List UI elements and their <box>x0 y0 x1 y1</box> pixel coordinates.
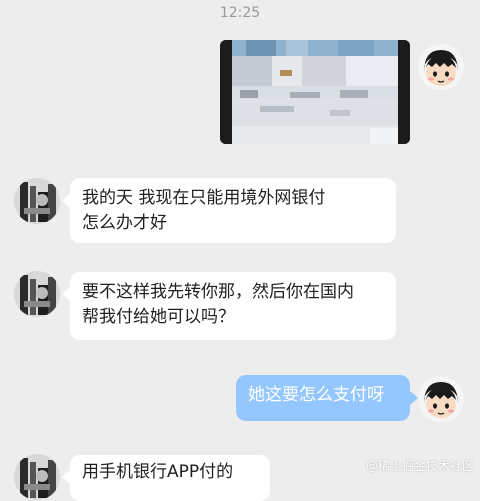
watermark: @稀土掘金技术社区 <box>365 459 474 473</box>
self-avatar[interactable] <box>418 44 464 90</box>
cartoon-girl-avatar-icon <box>418 376 464 422</box>
self-avatar[interactable] <box>418 376 464 422</box>
contact-avatar[interactable] <box>14 454 60 500</box>
bubble-tail <box>62 287 70 301</box>
message-bubble[interactable]: 她这要怎么支付呀 <box>236 375 410 421</box>
pixelated-screenshot-image <box>220 40 410 144</box>
timestamp: 12:25 <box>219 5 261 21</box>
contact-avatar[interactable] <box>14 178 60 224</box>
photo-avatar-icon <box>14 454 60 500</box>
photo-avatar-icon <box>14 271 60 317</box>
message-bubble[interactable]: 我的天 我现在只能用境外网银付 怎么办才好 <box>70 178 396 243</box>
image-message[interactable] <box>220 40 410 144</box>
bubble-tail <box>62 470 70 484</box>
message-bubble[interactable]: 用手机银行APP付的 <box>70 455 270 501</box>
contact-avatar[interactable] <box>14 271 60 317</box>
cartoon-girl-avatar-icon <box>418 44 464 90</box>
bubble-tail <box>62 194 70 208</box>
photo-avatar-icon <box>14 178 60 224</box>
bubble-tail <box>410 391 418 405</box>
message-bubble[interactable]: 要不这样我先转你那，然后你在国内 帮我付给她可以吗？ <box>70 272 396 340</box>
